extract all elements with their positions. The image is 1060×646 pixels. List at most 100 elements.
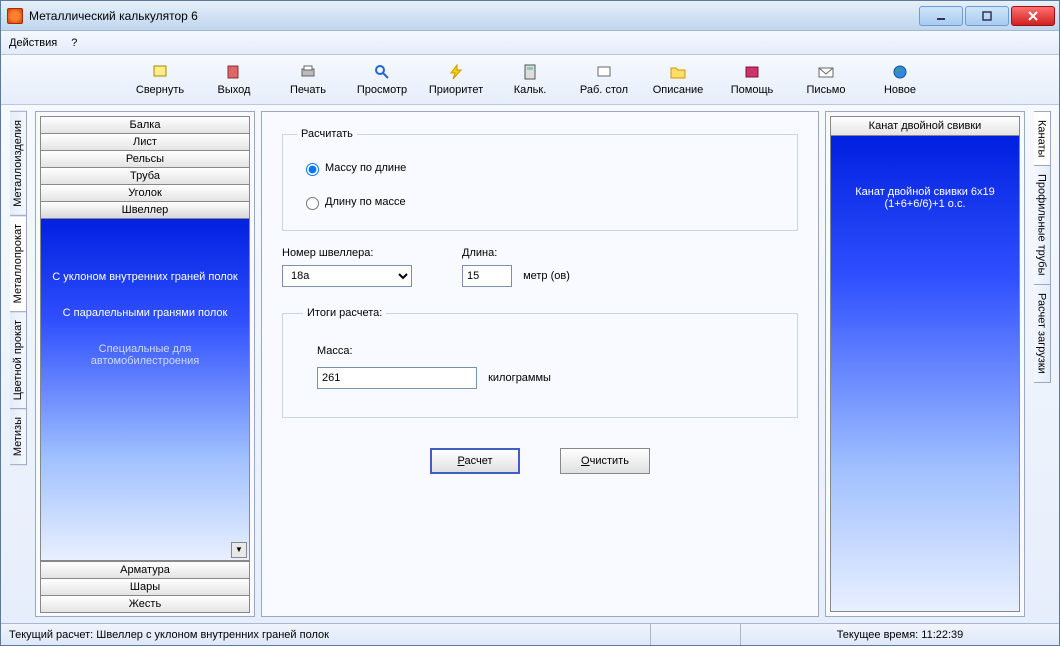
folder-icon (670, 64, 686, 80)
tb-label: Печать (290, 84, 326, 96)
calculate-button[interactable]: Расчет (430, 448, 520, 474)
tb-minimize[interactable]: Свернуть (130, 64, 190, 96)
close-button[interactable] (1011, 6, 1055, 26)
tb-label: Выход (218, 84, 251, 96)
vtab-tsvetnoy-prokat[interactable]: Цветной прокат (10, 311, 27, 409)
maximize-button[interactable] (965, 6, 1009, 26)
mass-label: Масса: (317, 345, 777, 357)
book-icon (744, 64, 760, 80)
mail-icon (818, 64, 834, 80)
right-panel: Канат двойной свивки Канат двойной свивк… (825, 111, 1025, 617)
btn-rest: асчет (464, 455, 492, 467)
tb-label: Помощь (731, 84, 774, 96)
radio-length-by-mass-row: Длину по массе (301, 194, 783, 210)
tb-description[interactable]: Описание (648, 64, 708, 96)
length-label: Длина: (462, 247, 570, 259)
minimize-icon (935, 10, 947, 22)
statusbar: Текущий расчет: Швеллер с уклоном внутре… (1, 623, 1059, 645)
cat-relsy[interactable]: Рельсы (40, 150, 250, 168)
length-input[interactable] (462, 265, 512, 287)
window-min-icon (152, 64, 168, 80)
right-panel-header[interactable]: Канат двойной свивки (830, 116, 1020, 136)
vtab-profilnye-truby[interactable]: Профильные трубы (1034, 165, 1051, 285)
desktop-icon (596, 64, 612, 80)
vtab-kanaty[interactable]: Канаты (1034, 111, 1051, 166)
number-label: Номер швеллера: (282, 247, 412, 259)
tb-label: Описание (653, 84, 704, 96)
main-area: Металлоизделия Металлопрокат Цветной про… (1, 105, 1059, 623)
status-current-calc: Текущий расчет: Швеллер с уклоном внутре… (1, 624, 651, 645)
tb-label: Раб. стол (580, 84, 628, 96)
app-icon (7, 8, 23, 24)
right-tab-strip: Канаты Профильные трубы Расчет загрузки (1031, 111, 1053, 617)
tb-print[interactable]: Печать (278, 64, 338, 96)
results-legend: Итоги расчета: (303, 307, 386, 319)
lightning-icon (448, 64, 464, 80)
vtab-raschet-zagruzki[interactable]: Расчет загрузки (1034, 284, 1051, 383)
calc-mode-fieldset: Расчитать Массу по длине Длину по массе (282, 128, 798, 231)
mass-output[interactable] (317, 367, 477, 389)
calculator-icon (522, 64, 538, 80)
radio-label: Массу по длине (325, 162, 406, 174)
cat-shveller[interactable]: Швеллер (40, 201, 250, 219)
globe-icon (892, 64, 908, 80)
exit-icon (226, 64, 242, 80)
length-unit: метр (ов) (523, 270, 570, 282)
tb-calculator[interactable]: Кальк. (500, 64, 560, 96)
btn-rest: чистить (590, 455, 629, 467)
toolbar: Свернуть Выход Печать Просмотр Приоритет… (1, 55, 1059, 105)
list-item[interactable]: Специальные для автомобилестроения (41, 331, 249, 379)
window-title: Металлический калькулятор 6 (29, 9, 919, 23)
scroll-down-button[interactable]: ▼ (231, 542, 247, 558)
tb-desktop[interactable]: Раб. стол (574, 64, 634, 96)
cat-shary[interactable]: Шары (40, 578, 250, 596)
tb-label: Приоритет (429, 84, 483, 96)
menu-help[interactable]: ? (71, 37, 77, 49)
radio-length-by-mass[interactable] (306, 197, 319, 210)
calc-mode-legend: Расчитать (297, 128, 357, 140)
cat-balka[interactable]: Балка (40, 116, 250, 134)
cat-truba[interactable]: Труба (40, 167, 250, 185)
radio-mass-by-length-row: Массу по длине (301, 160, 783, 176)
cat-armatura[interactable]: Арматура (40, 561, 250, 579)
minimize-button[interactable] (919, 6, 963, 26)
rope-spec-line2: (1+6+6/6)+1 о.с. (831, 198, 1019, 210)
cat-ugolok[interactable]: Уголок (40, 184, 250, 202)
menu-actions[interactable]: Действия (9, 37, 57, 49)
tb-preview[interactable]: Просмотр (352, 64, 412, 96)
right-panel-content[interactable]: Канат двойной свивки 6х19 (1+6+6/6)+1 о.… (830, 136, 1020, 612)
tb-help[interactable]: Помощь (722, 64, 782, 96)
cat-zhest[interactable]: Жесть (40, 595, 250, 613)
action-buttons: Расчет Очистить (282, 448, 798, 474)
list-item[interactable]: С уклоном внутренних граней полок (41, 259, 249, 295)
tb-label: Письмо (807, 84, 846, 96)
vtab-metizy[interactable]: Метизы (10, 408, 27, 465)
titlebar: Металлический калькулятор 6 (1, 1, 1059, 31)
tb-new[interactable]: Новое (870, 64, 930, 96)
tb-exit[interactable]: Выход (204, 64, 264, 96)
input-row: Номер швеллера: 18а Длина: метр (ов) (282, 247, 798, 287)
clear-button[interactable]: Очистить (560, 448, 650, 474)
cat-list[interactable]: Лист (40, 133, 250, 151)
list-item[interactable]: С паралельными гранями полок (41, 295, 249, 331)
tb-mail[interactable]: Письмо (796, 64, 856, 96)
results-fieldset: Итоги расчета: Масса: килограммы (282, 307, 798, 418)
tb-label: Просмотр (357, 84, 407, 96)
vtab-metalloprokat[interactable]: Металлопрокат (10, 215, 27, 312)
vtab-metalloizdeliya[interactable]: Металлоизделия (10, 111, 27, 216)
tb-priority[interactable]: Приоритет (426, 64, 486, 96)
subtype-list: С уклоном внутренних граней полок С пара… (40, 218, 250, 561)
center-panel: Расчитать Массу по длине Длину по массе … (261, 111, 819, 617)
left-tab-strip: Металлоизделия Металлопрокат Цветной про… (7, 111, 29, 617)
radio-mass-by-length[interactable] (306, 163, 319, 176)
tb-label: Новое (884, 84, 916, 96)
tb-label: Свернуть (136, 84, 184, 96)
left-panel: Балка Лист Рельсы Труба Уголок Швеллер С… (35, 111, 255, 617)
radio-label: Длину по массе (325, 196, 406, 208)
channel-number-select[interactable]: 18а (282, 265, 412, 287)
magnifier-icon (374, 64, 390, 80)
rope-spec-line1: Канат двойной свивки 6х19 (831, 186, 1019, 198)
print-icon (300, 64, 316, 80)
tb-label: Кальк. (514, 84, 547, 96)
app-window: Металлический калькулятор 6 Действия ? С… (0, 0, 1060, 646)
